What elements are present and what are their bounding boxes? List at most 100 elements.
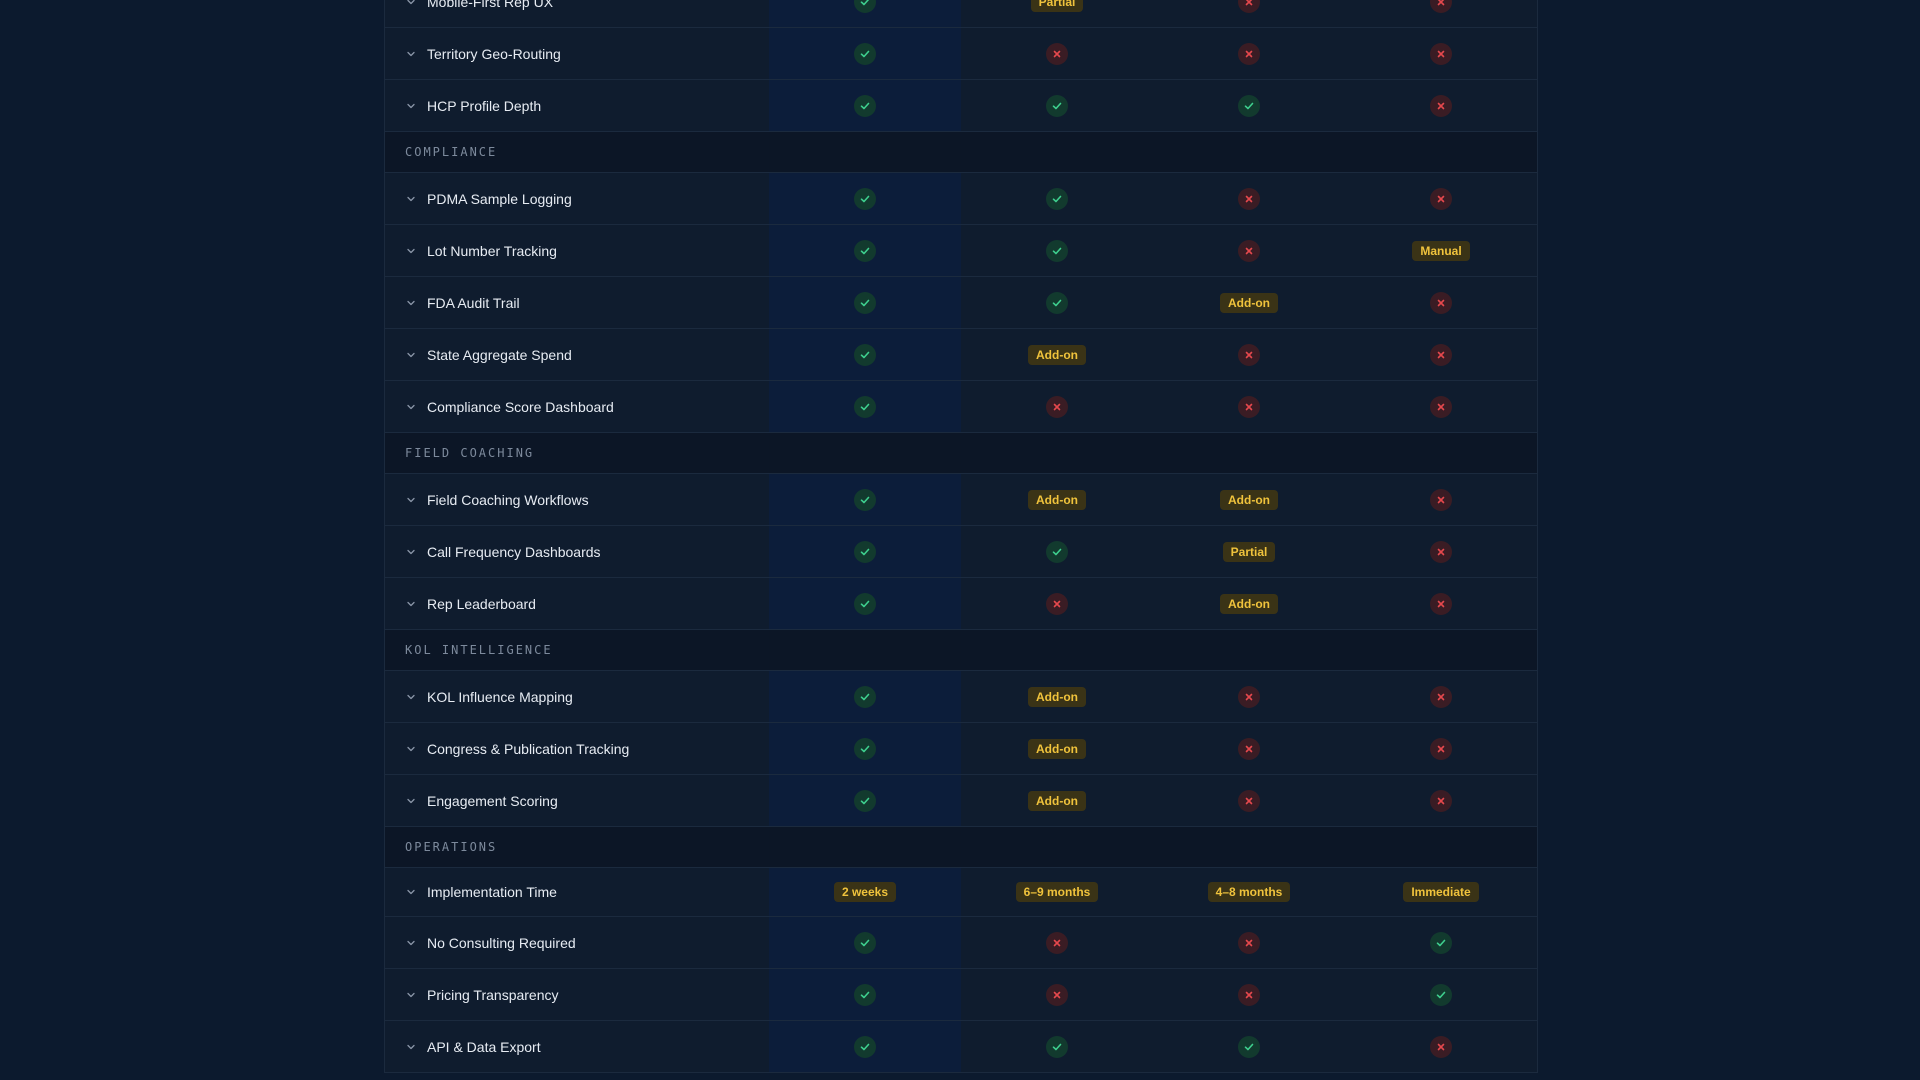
value-cell-col-1 xyxy=(769,395,961,418)
chevron-down-icon[interactable] xyxy=(405,886,417,898)
feature-row-state-aggregate-spend[interactable]: State Aggregate Spend Add-on xyxy=(385,329,1537,381)
feature-row-rep-leaderboard[interactable]: Rep Leaderboard Add-on xyxy=(385,578,1537,630)
chevron-down-icon[interactable] xyxy=(405,989,417,1001)
check-icon xyxy=(854,983,876,1006)
chevron-down-icon[interactable] xyxy=(405,0,417,8)
feature-row-lot-number-tracking[interactable]: Lot Number Tracking Manual xyxy=(385,225,1537,277)
chevron-down-icon[interactable] xyxy=(405,546,417,558)
feature-row-kol-influence-mapping[interactable]: KOL Influence Mapping Add-on xyxy=(385,671,1537,723)
section-header-field-coaching: FIELD COACHING xyxy=(385,433,1537,474)
check-icon xyxy=(854,291,876,314)
value-cell-col-3 xyxy=(1153,931,1345,954)
feature-cell[interactable]: Mobile-First Rep UX xyxy=(385,0,769,10)
feature-cell[interactable]: KOL Influence Mapping xyxy=(385,689,769,705)
value-cell-col-1 xyxy=(769,42,961,65)
cross-icon xyxy=(1238,737,1260,760)
chevron-down-icon[interactable] xyxy=(405,193,417,205)
chevron-down-icon[interactable] xyxy=(405,795,417,807)
value-cell-col-3: Add-on xyxy=(1153,292,1345,313)
feature-cell[interactable]: Field Coaching Workflows xyxy=(385,492,769,508)
feature-label: Implementation Time xyxy=(427,884,557,900)
check-icon xyxy=(1046,291,1068,314)
feature-cell[interactable]: State Aggregate Spend xyxy=(385,347,769,363)
check-icon xyxy=(854,540,876,563)
feature-cell[interactable]: Pricing Transparency xyxy=(385,987,769,1003)
value-cell-col-3: 4–8 months xyxy=(1153,882,1345,902)
feature-label: Field Coaching Workflows xyxy=(427,491,589,508)
check-icon xyxy=(1430,983,1452,1006)
feature-row-field-coaching-workflows[interactable]: Field Coaching Workflows Add-on Add-on xyxy=(385,474,1537,526)
value-cell-col-3 xyxy=(1153,1035,1345,1058)
cross-icon xyxy=(1430,0,1452,13)
cross-icon xyxy=(1046,42,1068,65)
chevron-down-icon[interactable] xyxy=(405,494,417,506)
feature-cell[interactable]: Territory Geo-Routing xyxy=(385,46,769,62)
chevron-down-icon[interactable] xyxy=(405,349,417,361)
chevron-down-icon[interactable] xyxy=(405,48,417,60)
chevron-down-icon[interactable] xyxy=(405,691,417,703)
feature-cell[interactable]: FDA Audit Trail xyxy=(385,295,769,311)
check-icon xyxy=(1046,94,1068,117)
check-icon xyxy=(1238,94,1260,117)
check-icon xyxy=(854,685,876,708)
value-cell-col-1 xyxy=(769,291,961,314)
feature-cell[interactable]: Call Frequency Dashboards xyxy=(385,544,769,560)
chevron-down-icon[interactable] xyxy=(405,100,417,112)
chevron-down-icon[interactable] xyxy=(405,937,417,949)
feature-cell[interactable]: HCP Profile Depth xyxy=(385,98,769,114)
cross-icon xyxy=(1430,789,1452,812)
chevron-down-icon[interactable] xyxy=(405,1041,417,1053)
feature-row-congress-and-publication-tracking[interactable]: Congress & Publication Tracking Add-on xyxy=(385,723,1537,775)
feature-cell[interactable]: PDMA Sample Logging xyxy=(385,191,769,207)
chevron-down-icon[interactable] xyxy=(405,743,417,755)
chevron-down-icon[interactable] xyxy=(405,245,417,257)
cross-icon xyxy=(1430,343,1452,366)
cross-icon xyxy=(1046,931,1068,954)
feature-row-compliance-score-dashboard[interactable]: Compliance Score Dashboard xyxy=(385,381,1537,433)
feature-cell[interactable]: Compliance Score Dashboard xyxy=(385,399,769,415)
feature-cell[interactable]: Congress & Publication Tracking xyxy=(385,741,769,757)
cross-icon xyxy=(1238,0,1260,13)
feature-cell[interactable]: Lot Number Tracking xyxy=(385,243,769,259)
feature-label: Rep Leaderboard xyxy=(427,595,536,612)
feature-row-api-and-data-export[interactable]: API & Data Export xyxy=(385,1021,1537,1073)
feature-cell[interactable]: No Consulting Required xyxy=(385,935,769,951)
value-cell-col-2 xyxy=(961,42,1153,65)
status-badge: Add-on xyxy=(1028,489,1086,510)
value-cell-col-3 xyxy=(1153,685,1345,708)
feature-cell[interactable]: Engagement Scoring xyxy=(385,793,769,809)
value-cell-col-2 xyxy=(961,94,1153,117)
feature-row-engagement-scoring[interactable]: Engagement Scoring Add-on xyxy=(385,775,1537,827)
feature-row-pdma-sample-logging[interactable]: PDMA Sample Logging xyxy=(385,173,1537,225)
feature-cell[interactable]: Implementation Time xyxy=(385,884,769,900)
value-cell-col-4 xyxy=(1345,737,1537,760)
chevron-down-icon[interactable] xyxy=(405,598,417,610)
value-cell-col-2: Add-on xyxy=(961,344,1153,365)
value-cell-col-1 xyxy=(769,931,961,954)
section-label: OPERATIONS xyxy=(405,840,498,854)
feature-cell[interactable]: Rep Leaderboard xyxy=(385,596,769,612)
status-badge: Manual xyxy=(1412,240,1470,261)
value-cell-col-2: Add-on xyxy=(961,489,1153,510)
cross-icon xyxy=(1238,239,1260,262)
value-cell-col-4 xyxy=(1345,187,1537,210)
value-cell-col-1 xyxy=(769,737,961,760)
feature-label: Compliance Score Dashboard xyxy=(427,398,614,415)
chevron-down-icon[interactable] xyxy=(405,297,417,309)
feature-row-implementation-time[interactable]: Implementation Time 2 weeks 6–9 months 4–8 … xyxy=(385,868,1537,917)
chevron-down-icon[interactable] xyxy=(405,401,417,413)
cross-icon xyxy=(1238,931,1260,954)
feature-row-mobile-first-rep-ux[interactable]: Mobile-First Rep UX Partial xyxy=(385,0,1537,28)
feature-row-pricing-transparency[interactable]: Pricing Transparency xyxy=(385,969,1537,1021)
value-cell-col-4 xyxy=(1345,1035,1537,1058)
check-icon xyxy=(1238,1035,1260,1058)
feature-row-hcp-profile-depth[interactable]: HCP Profile Depth xyxy=(385,80,1537,132)
value-cell-col-1 xyxy=(769,685,961,708)
feature-row-territory-geo-routing[interactable]: Territory Geo-Routing xyxy=(385,28,1537,80)
feature-row-no-consulting-required[interactable]: No Consulting Required xyxy=(385,917,1537,969)
status-badge: 4–8 months xyxy=(1207,882,1291,902)
feature-row-fda-audit-trail[interactable]: FDA Audit Trail Add-on xyxy=(385,277,1537,329)
check-icon xyxy=(854,488,876,511)
feature-row-call-frequency-dashboards[interactable]: Call Frequency Dashboards Partial xyxy=(385,526,1537,578)
feature-cell[interactable]: API & Data Export xyxy=(385,1039,769,1055)
